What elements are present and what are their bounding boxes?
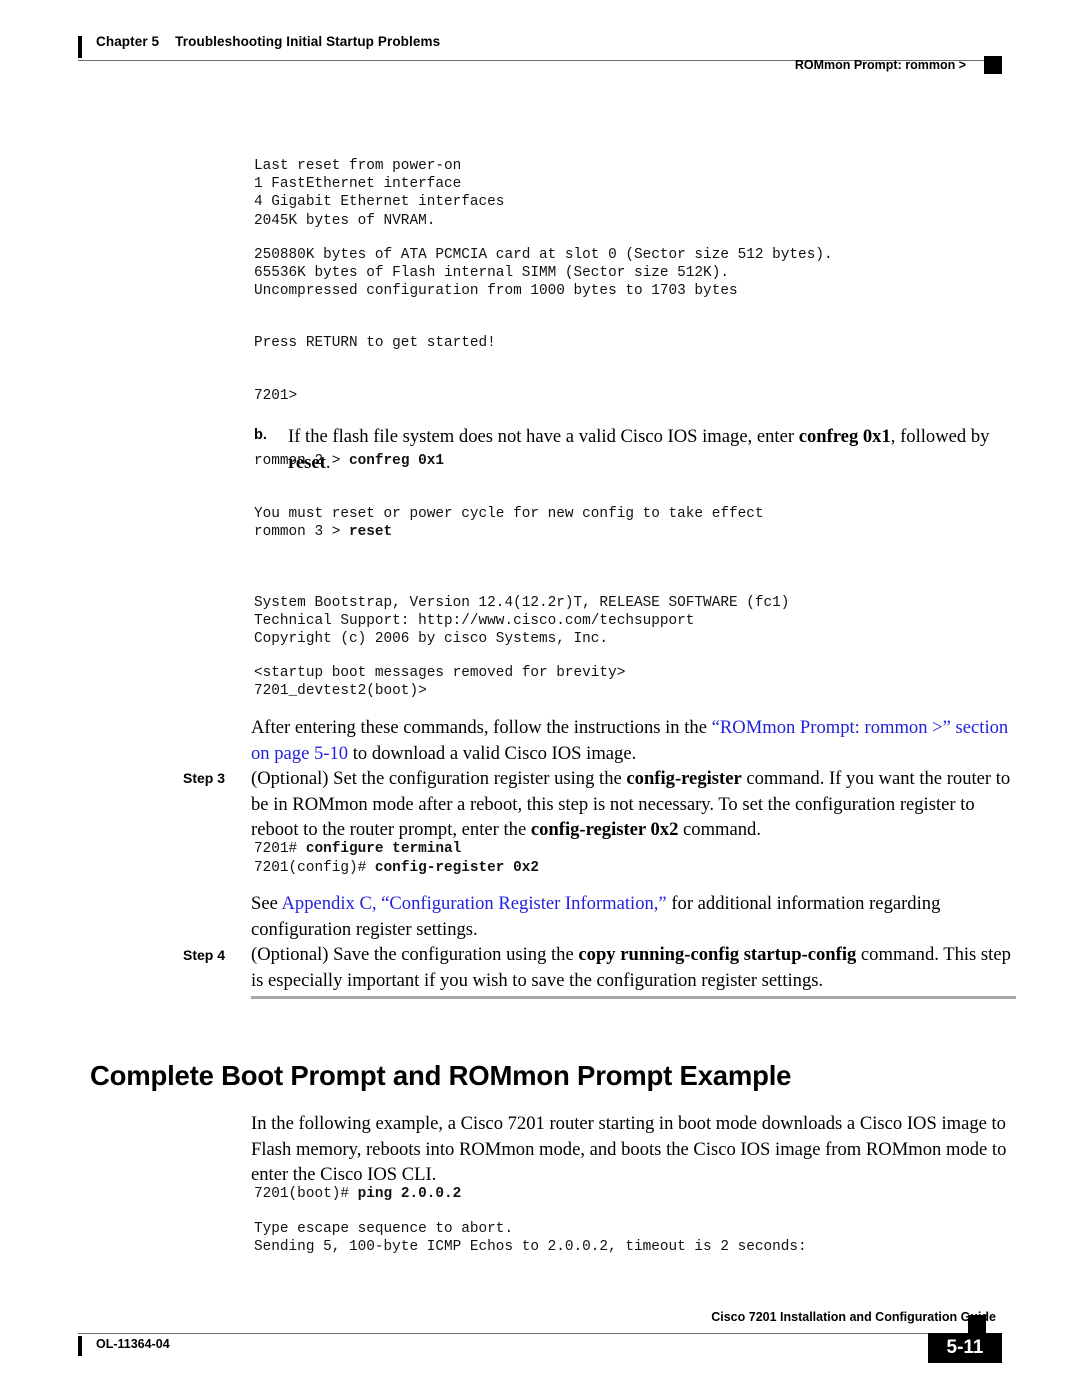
command-line-confreg: rommon 2 > confreg 0x1 [254,452,444,470]
footer-left-rule [78,1336,82,1356]
header-marker-square-icon [984,56,1002,74]
step-3-text-3: command. [678,819,761,841]
command-configure-terminal: configure terminal [305,841,462,857]
console-output-block-3: Press RETURN to get started! [254,335,496,351]
footer-document-id: OL-11364-04 [96,1337,170,1351]
section-heading: Complete Boot Prompt and ROMmon Prompt E… [90,1060,792,1091]
step-4-bold-copy-running-config: copy running-config startup-config [578,944,857,965]
section-divider-rule [251,996,1016,999]
document-page: Chapter 5 Troubleshooting Initial Startup… [0,0,1080,1397]
step-3-label: Step 3 [183,770,226,786]
section-intro-paragraph: In the following example, a Cisco 7201 r… [251,1113,1007,1186]
step-4-text-1: (Optional) Save the configuration using … [251,944,579,965]
step-3-text: (Optional) Set the configuration registe… [251,766,1017,843]
after-commands-text-2: to download a valid Cisco IOS image. [348,742,637,764]
substep-b-bold-confreg: confreg 0x1 [798,426,891,447]
prompt-7201-config: 7201(config)# [254,860,375,876]
console-output-block-7: <startup boot messages removed for brevi… [254,665,626,700]
header-chapter-name: Troubleshooting Initial Startup Problems [175,34,441,49]
command-reset: reset [349,524,393,540]
step-3-bold-config-register-0x2: config-register 0x2 [530,819,679,841]
prompt-7201-boot: 7201(boot)# [254,1186,358,1202]
command-line-config-register: 7201(config)# config-register 0x2 [254,859,539,877]
command-confreg-0x1: confreg 0x1 [349,453,444,469]
command-line-reset: rommon 3 > reset [254,523,392,541]
console-output-block-1: Last reset from power-on 1 FastEthernet … [254,158,505,229]
prompt-rommon-3: rommon 3 > [254,524,349,540]
step-4-text: (Optional) Save the configuration using … [251,942,1017,993]
substep-b-marker: b. [254,427,267,443]
console-output-block-6: System Bootstrap, Version 12.4(12.2r)T, … [254,595,790,648]
step-4-label: Step 4 [183,947,226,963]
prompt-7201: 7201# [254,841,306,857]
link-appendix-c[interactable]: Appendix C, “Configuration Register Info… [281,893,666,914]
command-line-ping: 7201(boot)# ping 2.0.0.2 [254,1185,461,1203]
console-output-block-8: Type escape sequence to abort. Sending 5… [254,1221,807,1256]
page-number-badge: 5-11 [928,1333,1002,1363]
footer-divider [78,1333,986,1334]
step-3-text-1: (Optional) Set the configuration registe… [251,768,627,789]
see-appendix-text-1: See [251,893,282,914]
substep-b-text-2: , followed by [890,426,990,447]
substep-b-text-1: If the flash file system does not have a… [288,426,799,447]
command-line-configure-terminal: 7201# configure terminal [254,840,461,858]
console-output-block-4: 7201> [254,388,298,404]
prompt-rommon-2: rommon 2 > [254,453,349,469]
header-chapter-title: Chapter 5 Troubleshooting Initial Startup… [96,34,440,49]
console-output-block-5: You must reset or power cycle for new co… [254,506,764,522]
console-output-block-2: 250880K bytes of ATA PCMCIA card at slot… [254,247,833,300]
command-ping: ping 2.0.0.2 [357,1186,462,1202]
after-commands-paragraph: After entering these commands, follow th… [251,715,1016,766]
header-running-head: ROMmon Prompt: rommon > [794,58,966,72]
footer-marker-square-icon [968,1315,986,1333]
command-config-register-0x2: config-register 0x2 [374,860,539,876]
header-chapter-number: Chapter 5 [96,34,160,49]
footer-guide-title: Cisco 7201 Installation and Configuratio… [711,1310,996,1324]
header-left-rule [78,36,82,58]
step-3-bold-config-register: config-register [626,768,742,789]
see-appendix-paragraph: See Appendix C, “Configuration Register … [251,891,1011,942]
page-header: Chapter 5 Troubleshooting Initial Startup… [78,34,1002,74]
after-commands-text-1: After entering these commands, follow th… [251,717,712,738]
